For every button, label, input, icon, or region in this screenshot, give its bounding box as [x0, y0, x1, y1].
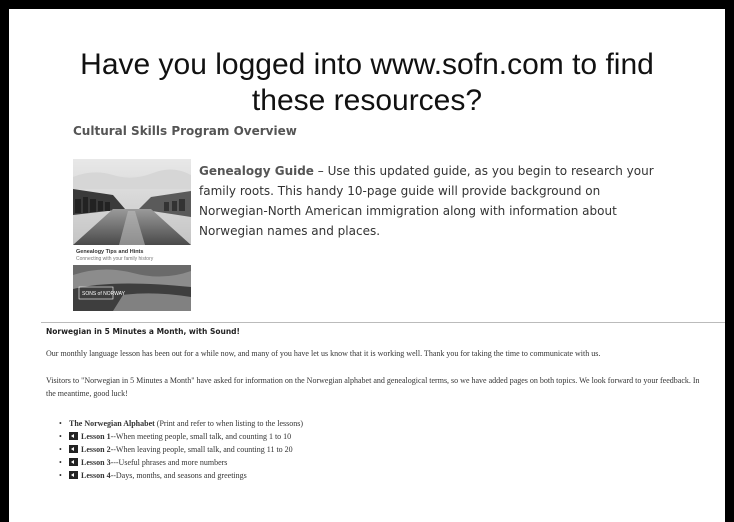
guide-dash: – — [313, 164, 328, 178]
cover-subtitle: Connecting with your family history — [76, 256, 154, 262]
slide: Have you logged into www.sofn.com to fin… — [9, 9, 725, 522]
lesson-note: --When leaving people, small talk, and c… — [110, 445, 293, 454]
guide-cover-image[interactable]: Genealogy Tips and Hints Connecting with… — [73, 159, 191, 311]
bullet-icon: • — [59, 445, 62, 454]
bullet-icon: • — [59, 432, 62, 441]
list-item: • The Norwegian Alphabet (Print and refe… — [59, 417, 303, 430]
section-title: Norwegian in 5 Minutes a Month, with Sou… — [46, 327, 240, 336]
speaker-icon[interactable] — [69, 445, 78, 453]
list-item: • Lesson 1--When meeting people, small t… — [59, 430, 303, 443]
lesson-3-link[interactable]: Lesson 3 — [81, 458, 111, 467]
page-title-line2: these resources? — [251, 84, 483, 117]
lesson-2-link[interactable]: Lesson 2 — [81, 445, 111, 454]
bullet-icon: • — [59, 471, 62, 480]
speaker-icon[interactable] — [69, 471, 78, 479]
bullet-icon: • — [59, 419, 62, 428]
lesson-list: • The Norwegian Alphabet (Print and refe… — [59, 417, 303, 482]
guide-title[interactable]: Genealogy Guide — [199, 164, 314, 178]
divider — [41, 322, 725, 323]
alphabet-link[interactable]: The Norwegian Alphabet — [69, 419, 155, 428]
lesson-1-link[interactable]: Lesson 1 — [81, 432, 111, 441]
cover-landscape: SONS of NORWAY — [73, 265, 191, 311]
lesson-note: --Days, months, and seasons and greeting… — [110, 471, 247, 480]
section-paragraph-1: Our monthly language lesson has been out… — [46, 349, 601, 358]
lesson-note: ---Useful phrases and more numbers — [110, 458, 228, 467]
svg-text:SONS of NORWAY: SONS of NORWAY — [82, 291, 126, 297]
list-item: • Lesson 4--Days, months, and seasons an… — [59, 469, 303, 482]
overview-heading: Cultural Skills Program Overview — [73, 124, 297, 138]
bullet-icon: • — [59, 458, 62, 467]
lesson-4-link[interactable]: Lesson 4 — [81, 471, 111, 480]
speaker-icon[interactable] — [69, 432, 78, 440]
speaker-icon[interactable] — [69, 458, 78, 466]
cover-photo — [73, 159, 191, 245]
page-title: Have you logged into www.sofn.com to fin… — [9, 47, 725, 119]
guide-description: Genealogy Guide – Use this updated guide… — [199, 161, 669, 241]
list-item: • Lesson 3---Useful phrases and more num… — [59, 456, 303, 469]
cover-title: Genealogy Tips and Hints — [76, 249, 144, 255]
list-item: • Lesson 2--When leaving people, small t… — [59, 443, 303, 456]
section-paragraph-2: Visitors to "Norwegian in 5 Minutes a Mo… — [46, 376, 700, 398]
page-title-line1: Have you logged into www.sofn.com to fin… — [80, 48, 654, 81]
lesson-note: (Print and refer to when listing to the … — [154, 419, 303, 428]
lesson-note: --When meeting people, small talk, and c… — [110, 432, 292, 441]
